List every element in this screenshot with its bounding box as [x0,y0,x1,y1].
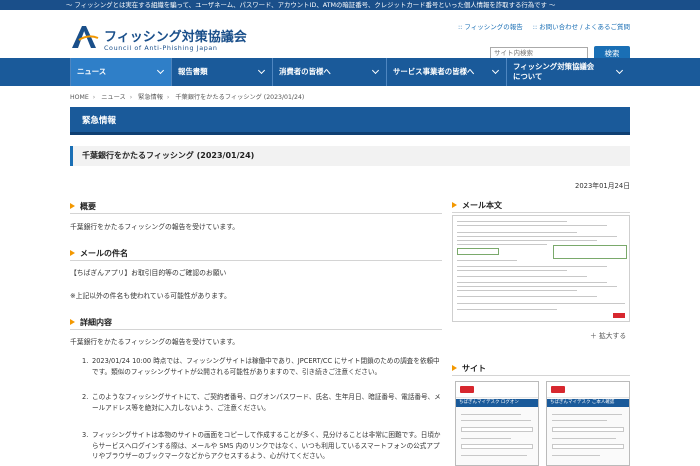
divider [70,213,442,214]
details-text: 千葉銀行をかたるフィッシングの報告を受けています。 [70,338,240,346]
list-item: 2. このようなフィッシングサイトにて、ご契約者番号、ログオンパスワード、氏名、生… [82,393,441,412]
utility-links: :: フィッシングの報告 :: お問い合わせ / よくあるご質問 [450,21,630,31]
divider [70,329,442,330]
nav-consumers[interactable]: 消費者の皆様へ [272,58,386,86]
chevron-down-icon [491,66,500,75]
chevron-down-icon [371,66,380,75]
report-phishing-link[interactable]: :: フィッシングの報告 [458,23,523,31]
list-item: 3. フィッシングサイトは本物のサイトの画面をコピーして作成することが多く、見分け… [82,431,441,460]
logo-title-en[interactable]: Council of Anti-Phishing Japan [104,44,218,52]
overview-text: 千葉銀行をかたるフィッシングの報告を受けています。 [70,223,240,231]
site-header: フィッシング対策協議会 Council of Anti-Phishing Jap… [0,10,700,60]
breadcrumb: HOME › ニュース › 緊急情報 › 千葉銀行をかたるフィッシング (2023/0… [70,94,305,101]
overview-heading: 概要 [70,201,96,212]
phishing-site-thumbnail[interactable]: ちばぎんマイデスク ログオン [455,381,539,466]
arrow-icon [452,365,457,371]
contact-faq-link[interactable]: :: お問い合わせ / よくあるご質問 [533,23,630,31]
bank-logo-icon [551,386,565,393]
arrow-icon [70,250,75,256]
mail-body-heading: メール本文 [452,200,502,211]
section-heading-band: 緊急情報 [70,107,630,135]
announcement-text: ～ フィッシングとは実在する組織を騙って、ユーザネーム、パスワード、アカウントI… [66,1,556,9]
nav-reports[interactable]: 報告書類 [171,58,272,86]
council-logo-icon[interactable] [70,24,100,50]
expand-link[interactable]: ＋ 拡大する [590,330,626,340]
breadcrumb-news[interactable]: ニュース [101,94,125,101]
nav-about-council[interactable]: フィッシング対策協議会 について [506,58,630,86]
subject-text: 【ちばぎんアプリ】お取引目的等のご確認のお願い [70,269,227,277]
bank-logo-icon [460,386,474,393]
chevron-down-icon [615,66,624,75]
breadcrumb-home[interactable]: HOME [70,94,89,101]
global-nav: ニュース 報告書類 消費者の皆様へ サービス事業者の皆様へ フィッシング対策協議… [0,58,700,86]
breadcrumb-current: 千葉銀行をかたるフィッシング (2023/01/24) [175,94,305,101]
site-heading: サイト [452,363,486,374]
list-item: 1. 2023/01/24 10:00 時点では、フィッシングサイトは稼働中であり… [82,357,440,376]
nav-news[interactable]: ニュース [70,58,171,86]
subject-note: ※上記以外の件名も使われている可能性があります。 [70,292,231,300]
top-announcement-bar: ～ フィッシングとは実在する組織を騙って、ユーザネーム、パスワード、アカウントI… [0,0,700,10]
divider [452,212,630,213]
arrow-icon [452,202,457,208]
logo-title-jp[interactable]: フィッシング対策協議会 [104,26,247,45]
phishing-site-thumbnail[interactable]: ちばぎんマイデスク ご本人確認 [546,381,630,466]
subject-heading: メールの件名 [70,248,128,259]
nav-service-providers[interactable]: サービス事業者の皆様へ [386,58,506,86]
breadcrumb-emergency[interactable]: 緊急情報 [138,94,163,101]
mail-screenshot-thumbnail[interactable] [452,215,630,322]
chevron-down-icon [257,66,266,75]
divider [452,375,630,376]
details-heading: 詳細内容 [70,317,112,328]
divider [70,260,442,261]
chevron-down-icon [156,66,165,75]
publish-date: 2023年01月24日 [575,182,630,190]
arrow-icon [70,319,75,325]
arrow-icon [70,203,75,209]
page-title: 千葉銀行をかたるフィッシング (2023/01/24) [70,146,630,166]
